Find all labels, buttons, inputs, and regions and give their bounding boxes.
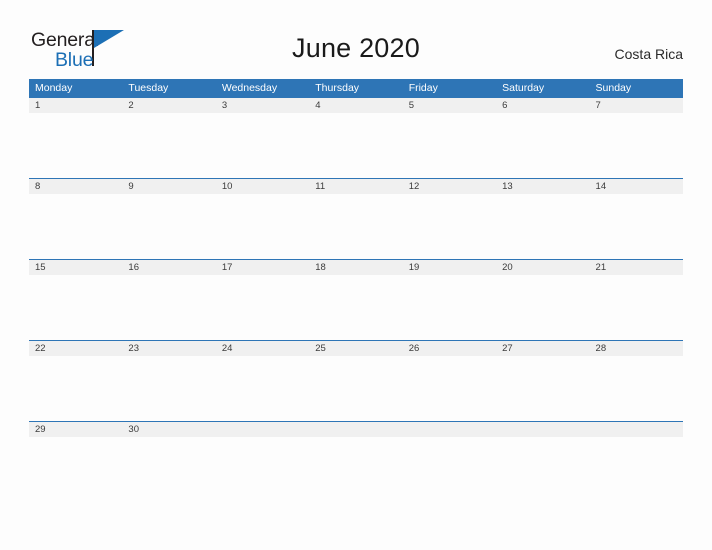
day-cell[interactable] <box>309 356 402 420</box>
day-number[interactable]: 30 <box>122 422 215 437</box>
day-cell[interactable] <box>496 113 589 177</box>
day-number[interactable]: 29 <box>29 422 122 437</box>
calendar-week-row: 29 30 <box>29 421 683 502</box>
week-note-area <box>29 356 683 420</box>
day-number[interactable]: 8 <box>29 179 122 194</box>
day-cell[interactable] <box>403 194 496 258</box>
day-cell[interactable] <box>122 356 215 420</box>
day-cell-empty <box>590 437 683 501</box>
day-cell[interactable] <box>309 194 402 258</box>
day-number[interactable]: 16 <box>122 260 215 275</box>
day-cell-empty <box>216 437 309 501</box>
day-number[interactable]: 1 <box>29 98 122 113</box>
weekday-header-row: Monday Tuesday Wednesday Thursday Friday… <box>29 79 683 97</box>
calendar-week-row: 15 16 17 18 19 20 21 <box>29 259 683 340</box>
day-cell-empty <box>403 437 496 501</box>
day-cell[interactable] <box>590 194 683 258</box>
calendar-week-row: 22 23 24 25 26 27 28 <box>29 340 683 421</box>
day-cell[interactable] <box>29 194 122 258</box>
calendar-week-row: 8 9 10 11 12 13 14 <box>29 178 683 259</box>
day-cell[interactable] <box>122 437 215 501</box>
day-number[interactable]: 11 <box>309 179 402 194</box>
day-number[interactable]: 23 <box>122 341 215 356</box>
day-number[interactable]: 20 <box>496 260 589 275</box>
day-cell[interactable] <box>29 356 122 420</box>
weekday-header-tuesday: Tuesday <box>128 82 169 94</box>
day-number[interactable]: 3 <box>216 98 309 113</box>
day-number[interactable]: 15 <box>29 260 122 275</box>
day-cell[interactable] <box>309 113 402 177</box>
day-cell[interactable] <box>29 275 122 339</box>
weekday-header-thursday: Thursday <box>315 82 360 94</box>
day-number[interactable]: 17 <box>216 260 309 275</box>
day-number[interactable]: 26 <box>403 341 496 356</box>
week-date-band: 15 16 17 18 19 20 21 <box>29 260 683 275</box>
weekday-header-wednesday: Wednesday <box>221 82 278 94</box>
day-cell[interactable] <box>590 356 683 420</box>
day-cell[interactable] <box>496 275 589 339</box>
day-cell[interactable] <box>216 275 309 339</box>
weekday-header-sunday: Sunday <box>595 82 632 94</box>
day-number[interactable]: 28 <box>590 341 683 356</box>
day-number-empty <box>216 422 309 437</box>
day-number-empty <box>403 422 496 437</box>
day-cell[interactable] <box>309 275 402 339</box>
week-date-band: 22 23 24 25 26 27 28 <box>29 341 683 356</box>
day-number[interactable]: 2 <box>122 98 215 113</box>
day-cell[interactable] <box>216 194 309 258</box>
week-note-area <box>29 113 683 177</box>
day-number[interactable]: 12 <box>403 179 496 194</box>
day-number[interactable]: 25 <box>309 341 402 356</box>
day-number[interactable]: 24 <box>216 341 309 356</box>
week-note-area <box>29 275 683 339</box>
day-cell[interactable] <box>496 356 589 420</box>
week-note-area <box>29 194 683 258</box>
day-number-empty <box>496 422 589 437</box>
day-number[interactable]: 18 <box>309 260 402 275</box>
day-cell-empty <box>496 437 589 501</box>
day-cell[interactable] <box>122 275 215 339</box>
day-number[interactable]: 6 <box>496 98 589 113</box>
day-cell[interactable] <box>122 194 215 258</box>
day-number[interactable]: 5 <box>403 98 496 113</box>
page-title: June 2020 <box>292 33 420 63</box>
day-cell[interactable] <box>496 194 589 258</box>
day-number[interactable]: 13 <box>496 179 589 194</box>
week-date-band: 1 2 3 4 5 6 7 <box>29 98 683 113</box>
day-number-empty <box>309 422 402 437</box>
day-number-empty <box>590 422 683 437</box>
weekday-header-monday: Monday <box>35 82 73 94</box>
day-cell[interactable] <box>403 275 496 339</box>
day-number[interactable]: 22 <box>29 341 122 356</box>
calendar-week-row: 1 2 3 4 5 6 7 <box>29 97 683 178</box>
day-number[interactable]: 10 <box>216 179 309 194</box>
day-cell[interactable] <box>29 437 122 501</box>
day-cell[interactable] <box>403 113 496 177</box>
weekday-header-saturday: Saturday <box>502 82 545 94</box>
week-date-band: 8 9 10 11 12 13 14 <box>29 179 683 194</box>
day-cell[interactable] <box>590 113 683 177</box>
day-cell[interactable] <box>29 113 122 177</box>
weekday-header-friday: Friday <box>408 82 438 94</box>
day-cell[interactable] <box>590 275 683 339</box>
day-cell[interactable] <box>403 356 496 420</box>
calendar-grid: Monday Tuesday Wednesday Thursday Friday… <box>29 79 683 502</box>
day-number[interactable]: 4 <box>309 98 402 113</box>
page-header: General Blue June 2020 Costa Rica <box>0 0 712 78</box>
day-number[interactable]: 27 <box>496 341 589 356</box>
calendar-page: General Blue June 2020 Costa Rica Monday… <box>0 0 712 550</box>
week-note-area <box>29 437 683 501</box>
day-number[interactable]: 21 <box>590 260 683 275</box>
day-cell-empty <box>309 437 402 501</box>
day-cell[interactable] <box>122 113 215 177</box>
day-number[interactable]: 7 <box>590 98 683 113</box>
country-label: Costa Rica <box>614 46 683 62</box>
day-cell[interactable] <box>216 113 309 177</box>
day-number[interactable]: 14 <box>590 179 683 194</box>
week-date-band: 29 30 <box>29 422 683 437</box>
day-cell[interactable] <box>216 356 309 420</box>
day-number[interactable]: 9 <box>122 179 215 194</box>
day-number[interactable]: 19 <box>403 260 496 275</box>
